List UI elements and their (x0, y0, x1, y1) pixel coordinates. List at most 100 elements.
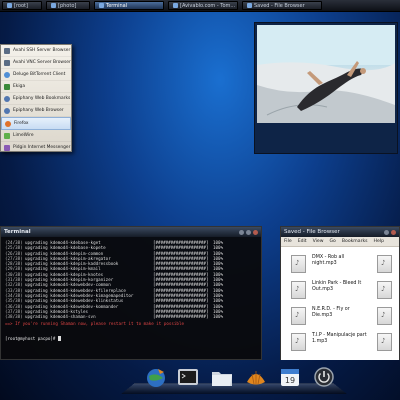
terminal-line: (38/38) upgrading kdemod4-shaman-svn [####… (5, 314, 257, 319)
menu-item-avahi-ssh[interactable]: Avahi SSH Server Browser (1, 45, 71, 57)
photo-frame-widget[interactable] (254, 22, 398, 154)
file-name: Linkin Park - Bleed It Out.mp3 (312, 281, 362, 292)
file-browser-title: Saved - File Browser (284, 229, 340, 235)
taskbar-item-label: Terminal (106, 3, 128, 9)
terminal-icon (99, 3, 104, 8)
terminal-title: Terminal (4, 229, 31, 235)
taskbar-item-file-browser[interactable]: Saved - File Browser (242, 1, 322, 10)
audio-file-icon (377, 281, 392, 299)
menu-item-epiphany-bookmarks[interactable]: Epiphany Web Bookmarks (1, 93, 71, 105)
menu-item-label: Epiphany Web Browser (13, 108, 64, 113)
menu-item-label: Avahi VNC Server Browser (13, 60, 71, 65)
photo-image (257, 25, 395, 123)
menu-item-limewire[interactable]: LimeWire (1, 130, 71, 142)
file-name: N.E.R.D. - Fly or Die.mp3 (312, 307, 350, 318)
menu-item-ekiga[interactable]: Ekiga (1, 81, 71, 93)
menu-item-epiphany-browser[interactable]: Epiphany Web Browser (1, 105, 71, 117)
terminal-titlebar[interactable]: Terminal (1, 227, 261, 237)
pidgin-icon (4, 144, 10, 151)
taskbar-item-terminal[interactable]: Terminal (94, 1, 164, 10)
power-icon[interactable] (312, 366, 336, 388)
folder-icon (247, 3, 252, 8)
menu-item-label: LimeWire (13, 133, 34, 138)
calendar-icon[interactable]: 19 (278, 366, 302, 388)
terminal-icon[interactable] (176, 366, 200, 388)
taskbar-item-label: [Avivablo.com - Tom... (180, 3, 236, 9)
audio-file-icon (377, 307, 392, 325)
shell-icon[interactable] (244, 366, 268, 388)
menu-item-label: Ekiga (13, 84, 26, 89)
terminal-prompt[interactable]: [root@myhost pacpo]# (5, 336, 257, 342)
menu-item-firefox[interactable]: Firefox (1, 117, 71, 130)
audio-file-icon (377, 255, 392, 273)
file-browser-menubar: File Edit View Go Bookmarks Help (281, 237, 399, 247)
epiphany-icon (4, 107, 10, 114)
menu-file[interactable]: File (284, 239, 292, 244)
audio-file-icon (377, 333, 392, 351)
close-icon[interactable] (253, 229, 258, 235)
menu-go[interactable]: Go (330, 239, 336, 244)
file-item[interactable] (377, 255, 392, 273)
folder-icon[interactable] (210, 366, 234, 388)
audio-file-icon (291, 307, 306, 325)
menu-view[interactable]: View (313, 239, 324, 244)
terminal-line-pct: 100% (213, 314, 224, 320)
file-browser-titlebar[interactable]: Saved - File Browser (281, 227, 399, 237)
file-browser-window[interactable]: Saved - File Browser File Edit View Go B… (280, 226, 400, 360)
taskbar-item-label: Saved - File Browser (254, 3, 305, 9)
audio-file-icon (291, 255, 306, 273)
terminal-cursor (57, 336, 61, 342)
taskbar: [root] [photo] Terminal [Avivablo.com - … (0, 0, 400, 12)
maximize-icon[interactable] (246, 229, 251, 235)
audio-file-icon (291, 333, 306, 351)
file-name: T.I.P - Manipulacje part 1.mp3 (312, 333, 367, 344)
menu-item-label: Firefox (14, 121, 29, 126)
menu-item-avahi-vnc[interactable]: Avahi VNC Server Browser (1, 57, 71, 69)
audio-file-icon (291, 281, 306, 299)
window-icon (7, 3, 12, 8)
taskbar-item-root[interactable]: [root] (2, 1, 42, 10)
file-item[interactable] (377, 307, 392, 325)
svg-text:19: 19 (285, 376, 295, 385)
close-icon[interactable] (391, 229, 396, 235)
terminal-window[interactable]: Terminal (24/38) upgrading kdemod4-kdebas… (0, 226, 262, 360)
menu-help[interactable]: Help (374, 239, 384, 244)
menu-edit[interactable]: Edit (298, 239, 307, 244)
window-icon (51, 3, 56, 8)
taskbar-item-photo[interactable]: [photo] (46, 1, 90, 10)
file-item[interactable]: N.E.R.D. - Fly or Die.mp3 (291, 307, 370, 325)
file-item[interactable]: Linkin Park - Bleed It Out.mp3 (291, 281, 370, 299)
file-item[interactable] (377, 333, 392, 351)
minimize-icon[interactable] (384, 229, 389, 235)
browser-icon (173, 3, 178, 8)
minimize-icon[interactable] (239, 229, 244, 235)
menu-item-label: Epiphany Web Bookmarks (13, 96, 71, 101)
taskbar-item-label: [root] (14, 3, 28, 9)
globe-icon[interactable] (144, 366, 168, 388)
menu-item-label: Avahi SSH Server Browser (13, 48, 71, 53)
file-item[interactable]: T.I.P - Manipulacje part 1.mp3 (291, 333, 370, 351)
file-item[interactable] (377, 281, 392, 299)
menu-item-pidgin[interactable]: Pidgin Internet Messenger (1, 142, 71, 154)
file-item[interactable]: DMX - Rob all night.mp3 (291, 255, 370, 273)
menu-item-label: Deluge BitTorrent Client (13, 72, 66, 77)
terminal-line-n: (38/38) (5, 314, 23, 320)
taskbar-item-label: [photo] (58, 3, 77, 9)
menu-item-deluge[interactable]: Deluge BitTorrent Client (1, 69, 71, 81)
terminal-line-text: upgrading kdemod4-shaman-svn (25, 314, 96, 320)
application-menu: Avahi SSH Server Browser Avahi VNC Serve… (0, 44, 72, 154)
dock: 19 (120, 364, 348, 395)
taskbar-item-browser[interactable]: [Avivablo.com - Tom... (168, 1, 238, 10)
terminal-output[interactable]: (24/38) upgrading kdemod4-kdebase-kget [##… (1, 237, 261, 344)
ekiga-icon (4, 83, 10, 90)
epiphany-icon (4, 95, 10, 102)
deluge-icon (4, 71, 10, 78)
file-name: DMX - Rob all night.mp3 (312, 255, 345, 266)
menu-bookmarks[interactable]: Bookmarks (342, 239, 368, 244)
firefox-icon (5, 120, 11, 127)
limewire-icon (4, 132, 10, 139)
vnc-icon (4, 59, 10, 66)
file-browser-content[interactable]: DMX - Rob all night.mp3 Linkin Park - Bl… (281, 247, 399, 360)
ssh-icon (4, 47, 10, 54)
menu-item-label: Pidgin Internet Messenger (13, 145, 71, 150)
